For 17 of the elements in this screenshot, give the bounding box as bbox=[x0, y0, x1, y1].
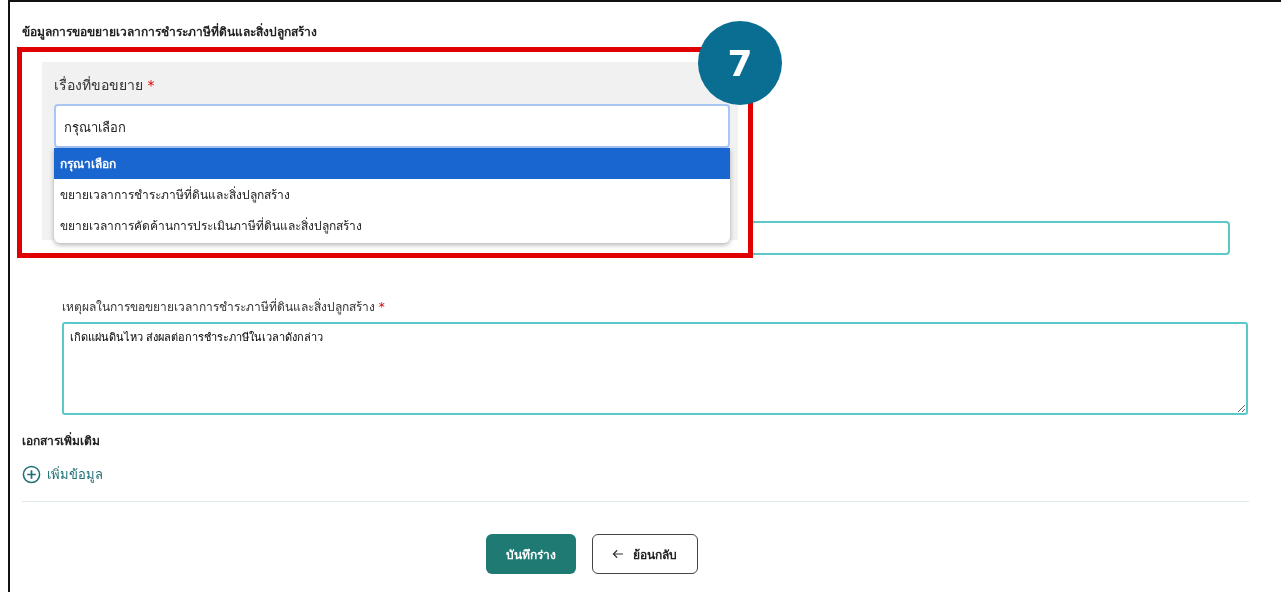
step-badge: 7 bbox=[698, 21, 782, 105]
plus-circle-icon bbox=[22, 465, 41, 484]
dropdown-option[interactable]: กรุณาเลือก bbox=[54, 148, 730, 179]
required-mark: * bbox=[147, 77, 155, 93]
select-field[interactable]: กรุณาเลือก bbox=[54, 104, 730, 148]
reason-textarea[interactable]: เกิดแผ่นดินไหว ส่งผลต่อการชำระภาษีในเวลาดังกล่าว bbox=[62, 322, 1248, 415]
left-arrow-icon bbox=[612, 548, 625, 559]
section-title: ข้อมูลการขอขยายเวลาการชำระภาษีที่ดินและสิ่งปลูกสร้าง bbox=[22, 22, 318, 41]
section-title: เอกสารเพิ่มเติม bbox=[22, 431, 101, 450]
dropdown-option[interactable]: ขยายเวลาการคัดค้านการประเมินภาษีที่ดินและสิ่งปลูกสร้าง bbox=[54, 210, 730, 241]
required-mark: * bbox=[378, 300, 385, 314]
add-link[interactable]: เพิ่มข้อมูล bbox=[47, 464, 103, 485]
field-label: เรื่องที่ขอขยาย bbox=[54, 77, 143, 93]
dropdown-option[interactable]: ขยายเวลาการชำระภาษีที่ดินและสิ่งปลูกสร้าง bbox=[54, 179, 730, 210]
save-draft-button[interactable]: บันทึกร่าง bbox=[485, 534, 576, 574]
back-button[interactable]: ย้อนกลับ bbox=[591, 534, 698, 574]
field-label: เหตุผลในการขอขยายเวลาการชำระภาษีที่ดินและสิ่งปลูกสร้าง bbox=[62, 300, 375, 314]
